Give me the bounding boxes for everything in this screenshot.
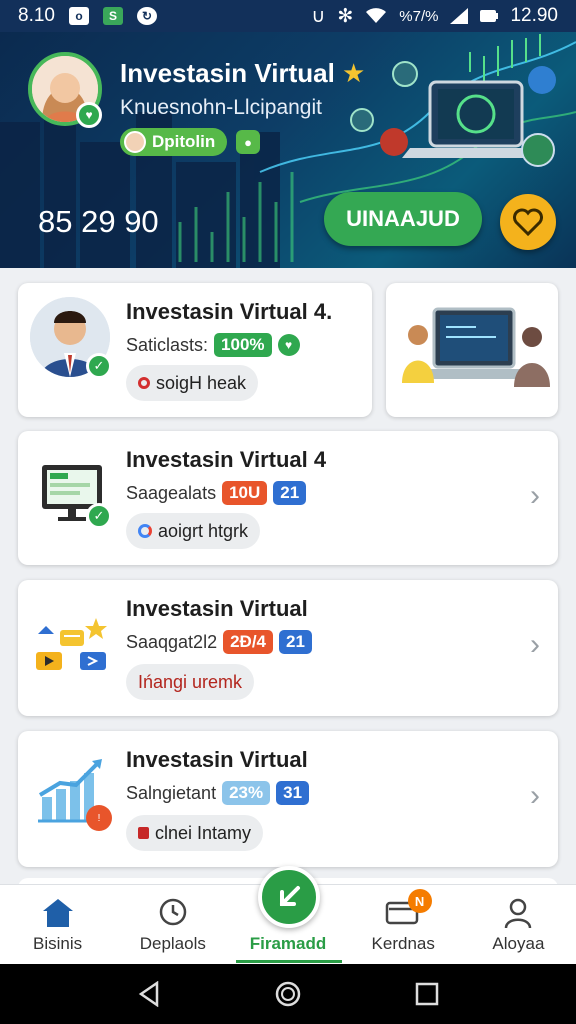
- notification-icon: ᴏ: [68, 7, 89, 25]
- nav-label: Kerdnas: [371, 934, 435, 953]
- active-tab-indicator: [236, 960, 342, 963]
- promo-illustration-card[interactable]: [386, 283, 558, 417]
- count-badge: 31: [276, 781, 310, 805]
- percent-badge: 23%: [222, 781, 271, 805]
- alarm-icon: ∪: [311, 5, 326, 27]
- nav-label: Deplaols: [139, 934, 206, 953]
- investment-card-2[interactable]: ✓ Investasin Virtual 4 Saagealats 10U 21…: [18, 431, 558, 565]
- card-title: Investasin Virtual: [126, 596, 308, 621]
- notification-badge: N: [407, 889, 432, 913]
- card-chip-label: soigH heak: [156, 372, 247, 393]
- card-chip[interactable]: soigH heak: [126, 365, 259, 401]
- chevron-right-icon[interactable]: ›: [530, 779, 540, 813]
- location-pin-icon[interactable]: ●: [236, 130, 260, 154]
- status-bar: 8.10 ᴏ S ↻ ∪ ✻ %7/% 12.90: [0, 0, 576, 32]
- nav-item-history[interactable]: Deplaols: [115, 885, 230, 964]
- card-chip-label: clnei Intamy: [155, 822, 252, 843]
- recents-icon[interactable]: [415, 982, 439, 1006]
- nav-label: Firamadd: [249, 934, 327, 953]
- status-time-right: 12.90: [510, 5, 558, 26]
- nav-item-home[interactable]: Bisinis: [0, 885, 115, 964]
- laptop-team-illustration: [402, 307, 550, 387]
- app-root: 8.10 ᴏ S ↻ ∪ ✻ %7/% 12.90 ♥ Investasin V…: [0, 0, 576, 1024]
- count-badge: 2Ð/4: [223, 630, 274, 654]
- card-chip[interactable]: aoigrt htgrk: [126, 513, 261, 549]
- card-chip[interactable]: clnei Intamy: [126, 815, 264, 851]
- hero-action-button[interactable]: UINAAJUD: [324, 192, 482, 246]
- heart-outline-icon: [513, 208, 543, 236]
- home-icon: [42, 899, 73, 927]
- count-badge: 10U: [222, 481, 268, 505]
- card-chip-label: aoigrt htgrk: [158, 520, 249, 541]
- sync-icon: ↻: [136, 7, 157, 25]
- chevron-right-icon[interactable]: ›: [530, 479, 540, 513]
- nav-item-wallet[interactable]: N Kerdnas: [346, 885, 461, 964]
- investment-card-1[interactable]: ✓ Investasin Virtual 4. Saticlasts: 100%…: [18, 283, 372, 417]
- profile-pill[interactable]: Dpitolin: [120, 128, 228, 156]
- media-messages-icon: [36, 618, 107, 670]
- balance-amount: 85 29 90: [38, 204, 159, 239]
- check-icon: ✓: [86, 353, 112, 379]
- card-meta: Salngietant 23% 31: [126, 781, 310, 805]
- card-chip[interactable]: Ińangi uremk: [126, 664, 255, 700]
- wifi-icon: [366, 8, 387, 23]
- heart-icon: ♥: [76, 102, 102, 128]
- card-meta-label: Saagealats: [126, 482, 217, 503]
- profile-icon: [505, 898, 532, 929]
- count-badge: 21: [273, 481, 307, 505]
- hero-title: Investasin Virtual: [120, 58, 335, 88]
- alert-icon: !: [86, 805, 112, 831]
- heart-badge-icon: ♥: [277, 334, 300, 356]
- status-time: 8.10: [18, 5, 55, 26]
- app-notification-icon: S: [102, 7, 123, 25]
- card-meta: Saticlasts: 100% ♥: [126, 333, 300, 357]
- signal-icon: [450, 8, 469, 24]
- clock-icon: [159, 898, 187, 926]
- card-title: Investasin Virtual 4: [126, 447, 327, 472]
- card-meta: Saaqgat2l2 2Ð/4 21: [126, 630, 312, 654]
- investment-card-4[interactable]: ! Investasin Virtual Salngietant 23% 31 …: [18, 731, 558, 867]
- card-meta: Saagealats 10U 21: [126, 481, 307, 505]
- bag-icon: [138, 827, 149, 839]
- profile-pill-label: Dpitolin: [152, 132, 216, 151]
- favorite-button[interactable]: [500, 194, 556, 250]
- record-icon: [138, 377, 150, 389]
- card-meta-label: Saaqgat2l2: [126, 631, 218, 652]
- count-badge: 21: [279, 630, 312, 654]
- battery-icon: [480, 10, 499, 22]
- nav-label: Bisinis: [33, 934, 83, 953]
- back-icon[interactable]: [137, 981, 161, 1007]
- card-meta-label: Salngietant: [126, 782, 217, 803]
- hero-banner: ♥ Investasin Virtual ★ Knuesnohn-Llcipan…: [0, 32, 576, 268]
- card-chip-label: Ińangi uremk: [138, 671, 243, 692]
- card-meta-label: Saticlasts:: [126, 334, 209, 355]
- hero-subtitle: Knuesnohn-Llcipangit: [120, 96, 322, 119]
- percent-badge: 100%: [214, 333, 272, 357]
- nav-label: Aloyaa: [492, 934, 545, 953]
- investment-card-3[interactable]: Investasin Virtual Saaqgat2l2 2Ð/4 21 Iń…: [18, 580, 558, 716]
- card-title: Investasin Virtual 4.: [126, 299, 333, 324]
- check-icon: ✓: [86, 503, 112, 529]
- system-navigation-bar: [0, 964, 576, 1024]
- card-title: Investasin Virtual: [126, 747, 308, 772]
- arrow-icon: [280, 886, 300, 906]
- nav-item-profile[interactable]: Aloyaa: [461, 885, 576, 964]
- star-icon: ★: [342, 58, 366, 88]
- battery-percent: %7/%: [399, 7, 439, 25]
- mini-avatar-icon: [124, 131, 146, 153]
- bluetooth-icon: ✻: [337, 5, 354, 27]
- google-icon: [138, 524, 152, 538]
- chevron-right-icon[interactable]: ›: [530, 628, 540, 662]
- main-action-button[interactable]: [258, 866, 320, 928]
- home-button-icon[interactable]: [274, 980, 302, 1008]
